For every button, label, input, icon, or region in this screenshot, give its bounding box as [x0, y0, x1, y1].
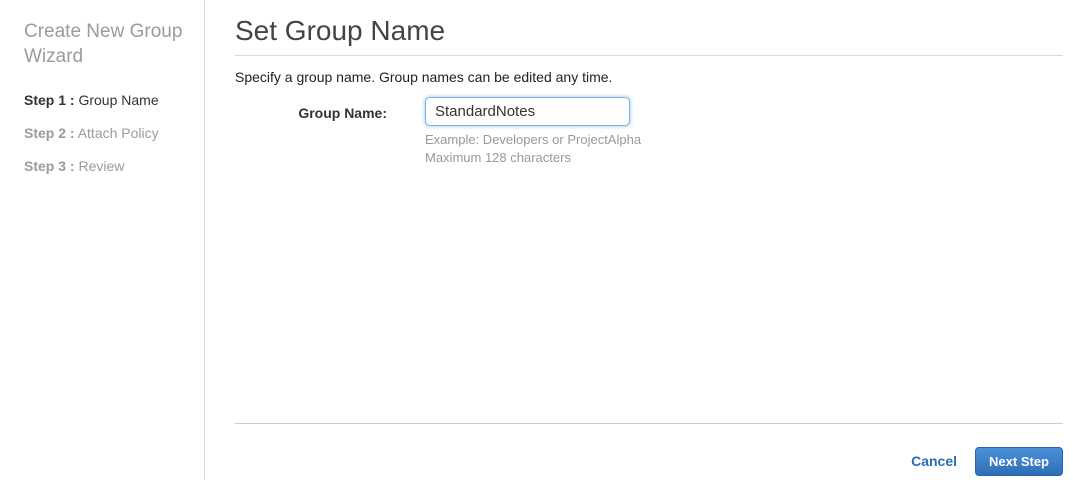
create-group-wizard-page: Create New Group Wizard Step 1 : Group N…	[0, 0, 1073, 480]
wizard-title: Create New Group Wizard	[24, 21, 183, 67]
wizard-sidebar: Create New Group Wizard Step 1 : Group N…	[0, 0, 205, 480]
group-name-hint-max: Maximum 128 characters	[425, 150, 571, 165]
step-number: Step 3 :	[24, 158, 75, 174]
group-name-hint-example: Example: Developers or ProjectAlpha	[425, 132, 642, 147]
main-content: Set Group Name Specify a group name. Gro…	[205, 0, 1073, 480]
main-header: Set Group Name	[235, 14, 1063, 56]
page-title: Set Group Name	[235, 15, 446, 46]
wizard-footer: Cancel Next Step	[235, 423, 1063, 480]
step-label: Group Name	[74, 92, 159, 108]
group-name-input[interactable]	[425, 97, 630, 126]
group-name-form-row: Group Name: Example: Developers or Proje…	[235, 97, 1063, 167]
next-step-button[interactable]: Next Step	[975, 446, 1063, 476]
group-name-label: Group Name:	[298, 105, 387, 121]
sidebar-step-attach-policy[interactable]: Step 2 : Attach Policy	[24, 124, 184, 143]
page-description: Specify a group name. Group names can be…	[235, 69, 613, 85]
cancel-button[interactable]: Cancel	[911, 453, 957, 469]
group-name-field: Example: Developers or ProjectAlpha Maxi…	[425, 97, 641, 167]
step-label: Attach Policy	[74, 125, 159, 141]
sidebar-step-review[interactable]: Step 3 : Review	[24, 157, 184, 176]
step-number: Step 1 :	[24, 92, 75, 108]
step-number: Step 2 :	[24, 125, 75, 141]
wizard-step-list: Step 1 : Group Name Step 2 : Attach Poli…	[24, 91, 184, 176]
sidebar-step-group-name[interactable]: Step 1 : Group Name	[24, 91, 184, 110]
step-label: Review	[74, 158, 125, 174]
